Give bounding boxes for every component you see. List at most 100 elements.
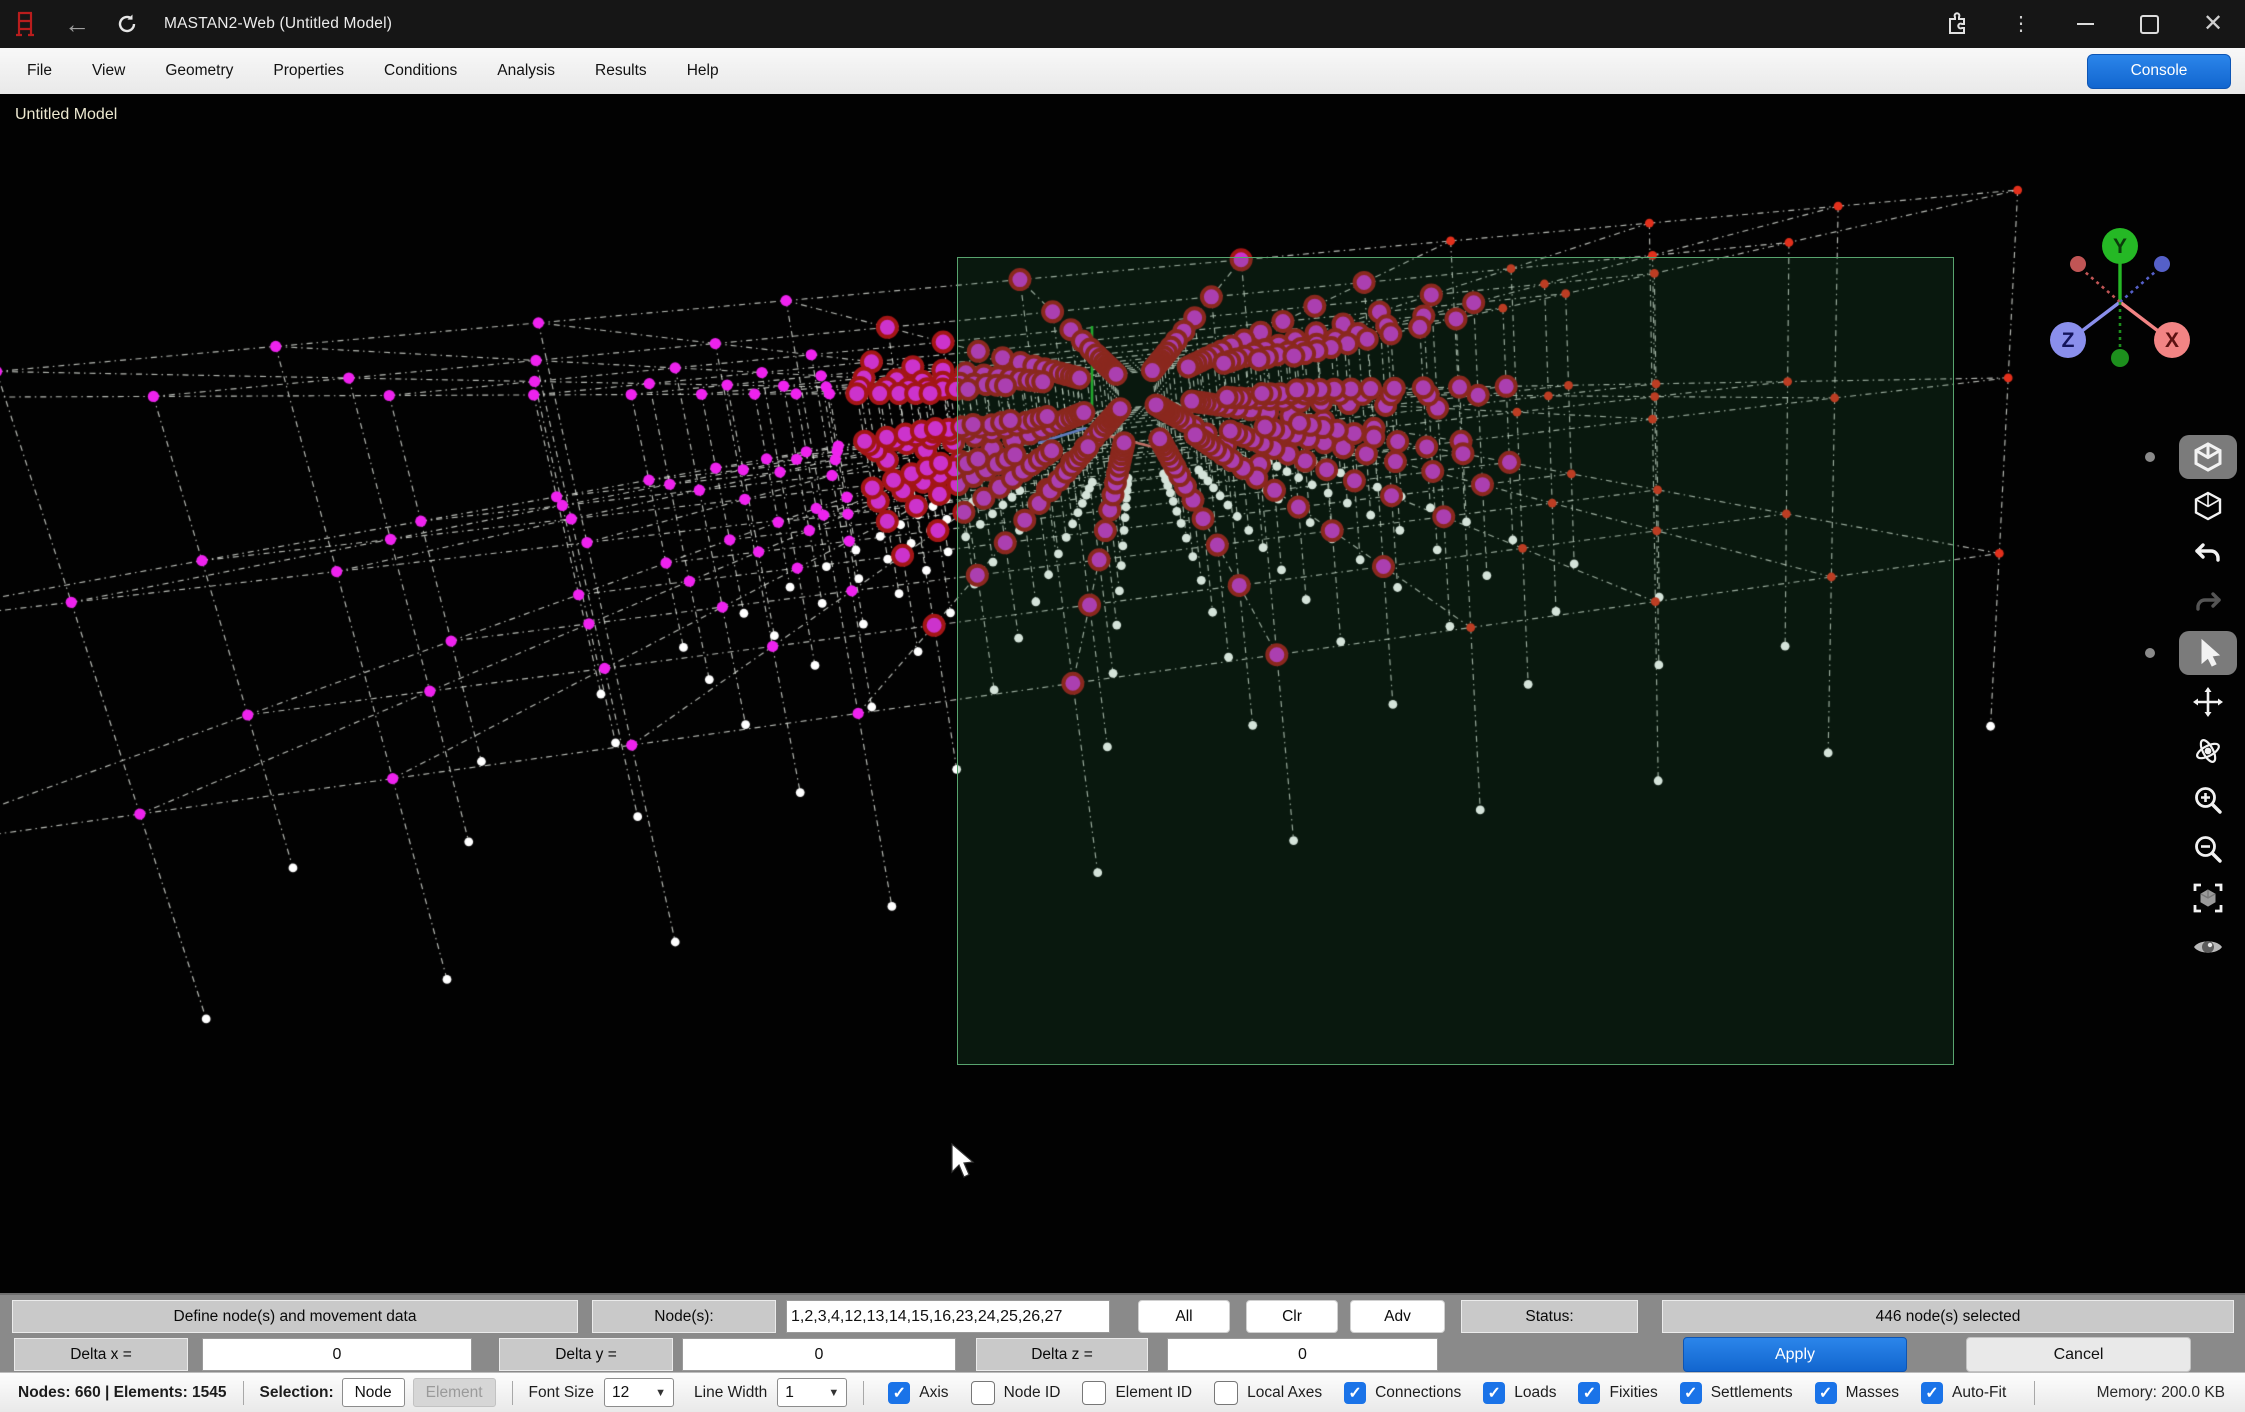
checkbox-loads[interactable]: ✓Loads [1483, 1382, 1556, 1404]
svg-text:Y: Y [2113, 235, 2127, 258]
menu-item-geometry[interactable]: Geometry [152, 62, 246, 80]
select-all-button[interactable]: All [1138, 1300, 1230, 1333]
line-width-select[interactable]: 1 ▼ [777, 1378, 847, 1407]
minimize-icon[interactable] [2053, 0, 2117, 48]
cancel-button[interactable]: Cancel [1966, 1337, 2191, 1372]
delta-z-input[interactable]: 0 [1167, 1338, 1438, 1371]
selection-rectangle [957, 257, 1954, 1065]
unchecked-icon[interactable] [1214, 1381, 1238, 1405]
menu-item-file[interactable]: File [14, 62, 65, 80]
nodes-label: Node(s): [592, 1300, 776, 1333]
delta-x-label: Delta x = [14, 1338, 188, 1371]
zoom-fit-button[interactable] [2179, 876, 2237, 920]
zoom-in-icon [2191, 783, 2225, 817]
menu-item-results[interactable]: Results [582, 62, 660, 80]
selection-mode-element[interactable]: Element [413, 1378, 496, 1407]
zoom-out-button[interactable] [2179, 827, 2237, 871]
view-cube-wire-icon [2191, 489, 2225, 523]
checked-icon[interactable]: ✓ [1680, 1382, 1702, 1404]
checked-icon[interactable]: ✓ [888, 1382, 910, 1404]
select-cursor-button[interactable] [2179, 631, 2237, 675]
advanced-button[interactable]: Adv [1350, 1300, 1445, 1333]
menu-item-view[interactable]: View [79, 62, 138, 80]
clear-selection-button[interactable]: Clr [1246, 1300, 1338, 1333]
checkbox-label: Masses [1846, 1384, 1899, 1402]
orbit-button[interactable] [2179, 729, 2237, 773]
view-cube-wire-button[interactable] [2179, 484, 2237, 528]
status-bar: Nodes: 660 | Elements: 1545 Selection: N… [0, 1372, 2245, 1412]
select-cursor-icon [2191, 636, 2225, 670]
delta-y-label: Delta y = [499, 1338, 673, 1371]
zoom-out-icon [2191, 832, 2225, 866]
back-icon[interactable]: ← [64, 11, 90, 37]
console-button[interactable]: Console [2087, 54, 2231, 89]
status-label: Status: [1461, 1300, 1638, 1333]
checkbox-masses[interactable]: ✓ Masses [1815, 1382, 1899, 1404]
selection-mode-node[interactable]: Node [342, 1378, 405, 1407]
view-cube-solid-icon [2191, 440, 2225, 474]
chevron-down-icon: ▼ [655, 1387, 666, 1399]
delta-x-input[interactable]: 0 [202, 1338, 472, 1371]
svg-text:Z: Z [2062, 329, 2075, 352]
edit-panel: Define node(s) and movement data Node(s)… [0, 1293, 2245, 1374]
menu-item-conditions[interactable]: Conditions [371, 62, 470, 80]
checked-icon[interactable]: ✓ [1815, 1382, 1837, 1404]
menu-bar: File View Geometry Properties Conditions Anal… [0, 48, 2245, 95]
checkbox-label: Settlements [1711, 1384, 1793, 1402]
delta-y-input[interactable]: 0 [682, 1338, 956, 1371]
view-cube-solid-button[interactable] [2179, 435, 2237, 479]
pan-button[interactable] [2179, 680, 2237, 724]
nodes-input[interactable]: 1,2,3,4,12,13,14,15,16,23,24,25,26,27 [786, 1300, 1110, 1333]
unchecked-icon[interactable] [1082, 1381, 1106, 1405]
active-indicator-dot [2145, 452, 2155, 462]
visibility-icon [2191, 930, 2225, 964]
checkbox-label: Local Axes [1247, 1384, 1322, 1402]
checkbox-label: Auto-Fit [1952, 1384, 2006, 1402]
orbit-icon [2191, 734, 2225, 768]
viewport-toolbar [2178, 435, 2238, 974]
line-width-label: Line Width [694, 1384, 767, 1402]
axis-triad: Y X Z [2035, 214, 2215, 374]
svg-text:X: X [2165, 329, 2179, 352]
undo-icon [2191, 538, 2225, 572]
browser-menu-icon[interactable]: ⋮ [1989, 0, 2053, 48]
maximize-icon[interactable] [2117, 0, 2181, 48]
window-title: MASTAN2-Web (Untitled Model) [164, 15, 392, 33]
redo-icon [2191, 587, 2225, 621]
menu-item-properties[interactable]: Properties [260, 62, 357, 80]
checkbox-settlements[interactable]: ✓ Settlements [1680, 1382, 1793, 1404]
checkbox-node-id[interactable]: Node ID [971, 1381, 1061, 1405]
line-width-value: 1 [785, 1384, 794, 1402]
zoom-in-button[interactable] [2179, 778, 2237, 822]
divider [512, 1381, 513, 1405]
visibility-button[interactable] [2179, 925, 2237, 969]
checkbox-connections[interactable]: ✓Connections [1344, 1382, 1461, 1404]
checkbox-local-axes[interactable]: Local Axes [1214, 1381, 1322, 1405]
memory-indicator: Memory: 200.0 KB [2097, 1384, 2225, 1402]
checkbox-label: Element ID [1115, 1384, 1192, 1402]
reload-icon[interactable] [116, 13, 138, 35]
extensions-icon[interactable] [1925, 0, 1989, 48]
checked-icon[interactable]: ✓ [1483, 1382, 1505, 1404]
checkbox-fixities[interactable]: ✓Fixities [1578, 1382, 1657, 1404]
checkbox-element-id[interactable]: Element ID [1082, 1381, 1192, 1405]
apply-button[interactable]: Apply [1683, 1337, 1907, 1372]
close-icon[interactable]: ✕ [2181, 0, 2245, 48]
menu-item-analysis[interactable]: Analysis [484, 62, 568, 80]
checked-icon[interactable]: ✓ [1344, 1382, 1366, 1404]
undo-button[interactable] [2179, 533, 2237, 577]
unchecked-icon[interactable] [971, 1381, 995, 1405]
checkbox-axis[interactable]: ✓Axis [888, 1382, 948, 1404]
model-viewport[interactable]: Untitled Model Y X Z [0, 94, 2245, 1293]
redo-button[interactable] [2179, 582, 2237, 626]
zoom-fit-icon [2191, 881, 2225, 915]
checkbox-label: Node ID [1004, 1384, 1061, 1402]
app-logo-icon [14, 11, 36, 37]
checked-icon[interactable]: ✓ [1921, 1382, 1943, 1404]
checkbox-auto-fit[interactable]: ✓ Auto-Fit [1921, 1382, 2006, 1404]
title-bar: ← MASTAN2-Web (Untitled Model) ⋮ ✕ [0, 0, 2245, 48]
divider [243, 1381, 244, 1405]
menu-item-help[interactable]: Help [674, 62, 732, 80]
font-size-select[interactable]: 12 ▼ [604, 1378, 674, 1407]
checked-icon[interactable]: ✓ [1578, 1382, 1600, 1404]
